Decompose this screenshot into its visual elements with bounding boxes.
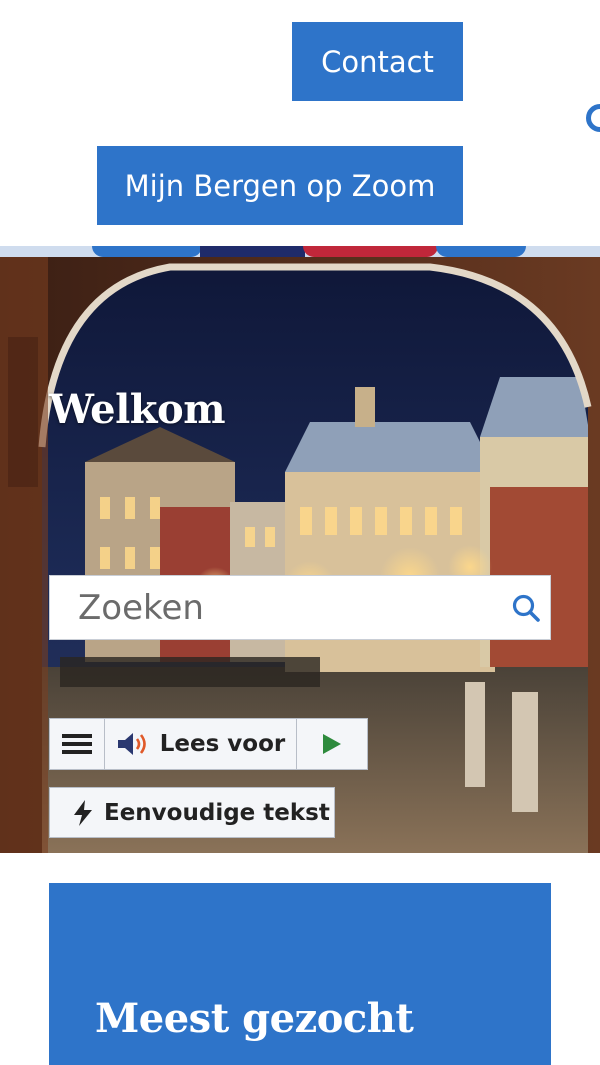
band-blue-segment bbox=[92, 246, 202, 257]
most-searched-section: Meest gezocht bbox=[49, 883, 551, 1065]
hamburger-menu-icon bbox=[62, 734, 92, 754]
lees-voor-label: Lees voor bbox=[159, 731, 286, 757]
page: Contact Mijn Bergen op Zoom Welkom Zoeke… bbox=[0, 0, 600, 1065]
lightning-icon bbox=[74, 799, 92, 826]
band-red-segment bbox=[303, 246, 438, 257]
mijn-bergen-op-zoom-button[interactable]: Mijn Bergen op Zoom bbox=[97, 146, 463, 225]
hero-title: Welkom bbox=[49, 385, 226, 433]
contact-button[interactable]: Contact bbox=[292, 22, 463, 101]
eenvoudige-tekst-button[interactable]: Eenvoudige tekst bbox=[49, 787, 335, 838]
readspeaker-bar: Lees voor bbox=[49, 718, 368, 770]
eenvoudige-tekst-label: Eenvoudige tekst bbox=[104, 799, 330, 826]
readspeaker-menu-button[interactable] bbox=[49, 718, 105, 770]
play-button[interactable] bbox=[296, 718, 368, 770]
play-icon bbox=[323, 734, 341, 754]
speaker-icon bbox=[117, 733, 146, 755]
most-searched-title: Meest gezocht bbox=[95, 995, 414, 1042]
search-toggle-icon[interactable] bbox=[586, 104, 600, 132]
lees-voor-button[interactable]: Lees voor bbox=[104, 718, 297, 770]
search-form bbox=[49, 575, 551, 640]
decorative-band bbox=[0, 246, 600, 257]
band-blue-segment bbox=[436, 246, 526, 257]
search-input[interactable] bbox=[50, 576, 502, 639]
band-navy-segment bbox=[200, 246, 305, 257]
search-icon[interactable] bbox=[502, 576, 550, 639]
